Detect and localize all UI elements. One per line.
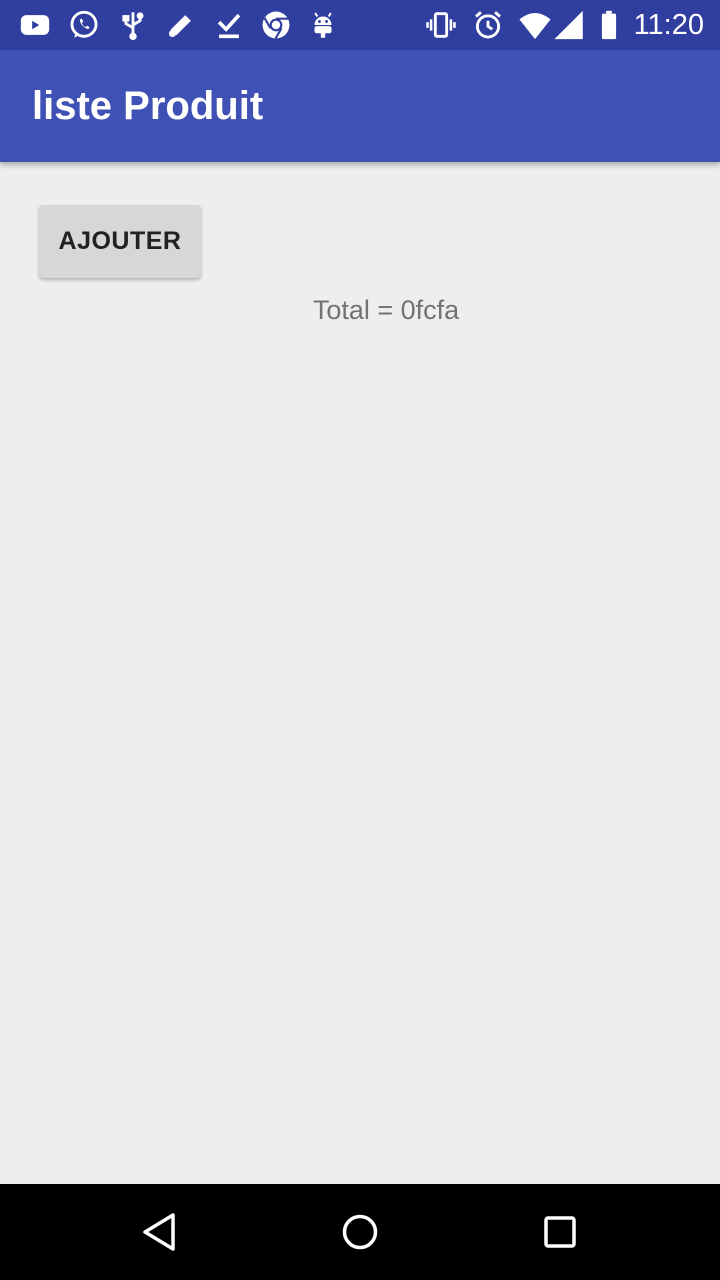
status-time: 11:20 (633, 9, 704, 41)
page-title: liste Produit (32, 84, 264, 128)
download-done-icon (212, 8, 246, 42)
app-bar: liste Produit (0, 50, 720, 162)
youtube-icon (18, 8, 52, 42)
wifi-icon (518, 8, 552, 42)
android-icon (306, 8, 340, 42)
back-icon[interactable] (136, 1208, 184, 1256)
signal-icon (553, 8, 587, 42)
status-bar: 11:20 (0, 0, 720, 50)
home-icon[interactable] (336, 1208, 384, 1256)
total-label: Total = 0fcfa (312, 295, 460, 325)
vibrate-icon (424, 8, 458, 42)
chrome-icon (259, 8, 293, 42)
usb-icon (116, 8, 150, 42)
battery-icon (592, 8, 626, 42)
alarm-icon (471, 8, 505, 42)
whatsapp-icon (67, 8, 101, 42)
recents-icon[interactable] (536, 1208, 584, 1256)
navigation-bar (0, 1184, 720, 1280)
add-button[interactable]: AJOUTER (39, 205, 201, 278)
edit-icon (164, 8, 198, 42)
